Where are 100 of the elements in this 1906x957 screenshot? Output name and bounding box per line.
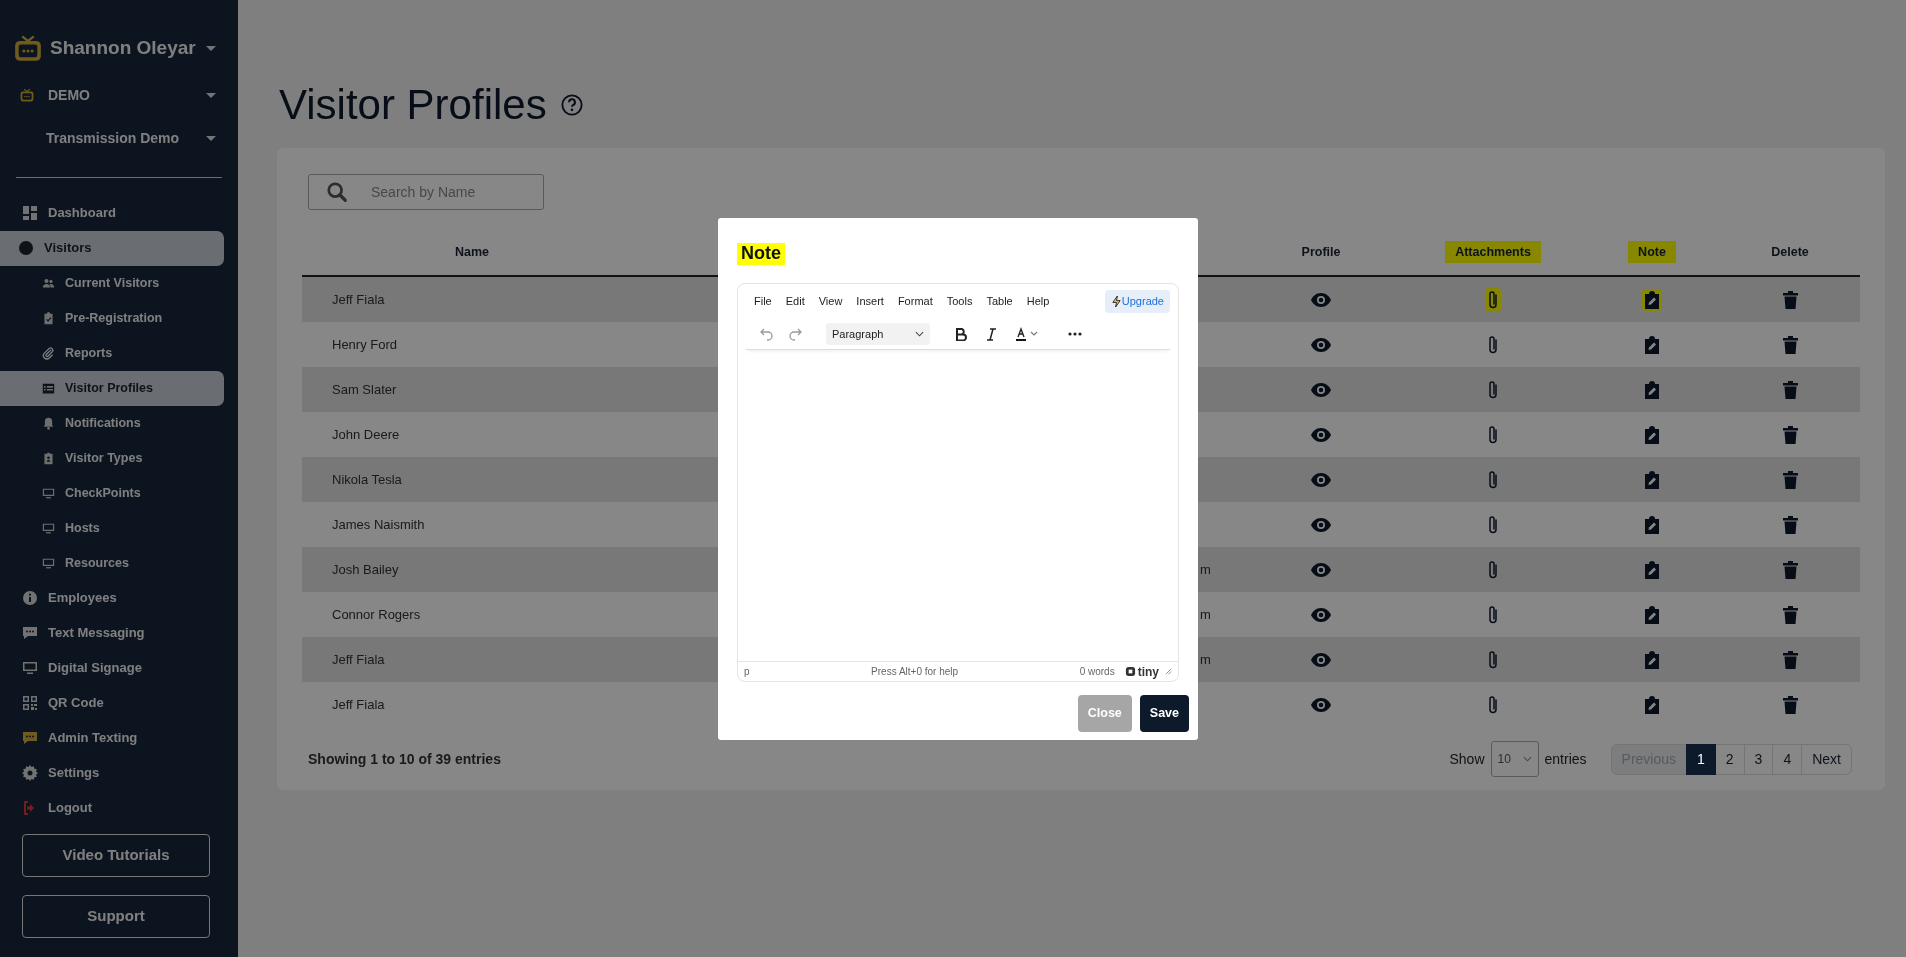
table-icon: [42, 381, 55, 395]
sidebar-subitem[interactable]: Visitor Types: [0, 440, 224, 476]
delete-button[interactable]: [1782, 380, 1798, 399]
table-cell-text: Josh Bailey: [332, 561, 399, 580]
note-button[interactable]: [1644, 650, 1660, 669]
view-profile-button[interactable]: [1310, 516, 1332, 533]
delete-button[interactable]: [1782, 470, 1798, 489]
sidebar-item[interactable]: QR Code: [0, 685, 224, 721]
sidebar-item[interactable]: Employees: [0, 580, 224, 616]
save-button[interactable]: Save: [1139, 695, 1189, 732]
search-field[interactable]: Search by Name: [308, 174, 544, 211]
menu-item[interactable]: Table: [980, 291, 1019, 312]
sidebar-item[interactable]: Dashboard: [0, 195, 224, 231]
delete-button[interactable]: [1782, 695, 1798, 714]
note-button[interactable]: [1644, 605, 1660, 624]
view-profile-button[interactable]: [1310, 471, 1332, 488]
clipboard-edit-icon: [1644, 290, 1660, 309]
table-cell-text: Henry Ford: [332, 336, 398, 355]
qr-code-icon: [22, 695, 38, 711]
view-profile-button[interactable]: [1310, 561, 1332, 578]
sidebar-item[interactable]: Admin Texting: [0, 720, 224, 756]
view-profile-button[interactable]: [1310, 696, 1332, 713]
sidebar-subitem[interactable]: Reports: [0, 335, 224, 371]
attachments-button[interactable]: [1487, 604, 1499, 625]
attachments-button[interactable]: [1487, 424, 1499, 445]
delete-button[interactable]: [1782, 335, 1798, 354]
note-button[interactable]: [1644, 515, 1660, 534]
note-button[interactable]: [1644, 560, 1660, 579]
sidebar-subitem[interactable]: Pre-Registration: [0, 300, 224, 336]
table-cell-text: Jeff Fiala: [332, 651, 385, 670]
attachments-button[interactable]: [1487, 514, 1499, 535]
sidebar-item[interactable]: Visitors: [0, 230, 224, 266]
upgrade-button[interactable]: Upgrade: [1104, 290, 1170, 313]
attachments-button[interactable]: [1487, 694, 1499, 715]
menu-item[interactable]: View: [812, 291, 849, 312]
sidebar-item[interactable]: Logout: [0, 790, 224, 826]
menu-item[interactable]: File: [748, 291, 778, 312]
delete-button[interactable]: [1782, 290, 1798, 309]
sidebar-item[interactable]: Digital Signage: [0, 650, 224, 686]
note-button[interactable]: [1642, 288, 1662, 311]
paperclip-icon: [1487, 334, 1499, 355]
menu-item[interactable]: Insert: [850, 291, 890, 312]
page-size-select[interactable]: 10: [1490, 741, 1539, 778]
attachments-button[interactable]: [1487, 379, 1499, 400]
paperclip-icon: [1487, 289, 1499, 310]
note-button[interactable]: [1644, 695, 1660, 714]
attachments-button[interactable]: [1487, 334, 1499, 355]
user-menu[interactable]: Shannon Oleyar: [50, 34, 196, 63]
attachments-button[interactable]: [1487, 649, 1499, 670]
help-icon: [560, 94, 583, 117]
sidebar-subitem[interactable]: Resources: [0, 545, 224, 581]
location-menu[interactable]: Transmission Demo: [46, 127, 180, 149]
view-profile-button[interactable]: [1310, 606, 1332, 623]
note-button[interactable]: [1644, 470, 1660, 489]
note-button[interactable]: [1644, 380, 1660, 399]
delete-button[interactable]: [1782, 605, 1798, 624]
page-link[interactable]: 3: [1743, 743, 1774, 775]
monitor-icon: [42, 521, 55, 535]
column-header: Attachments: [1445, 240, 1541, 264]
page-link[interactable]: 2: [1714, 743, 1745, 775]
delete-button[interactable]: [1782, 560, 1798, 579]
sidebar-item[interactable]: Settings: [0, 755, 224, 791]
sidebar-item[interactable]: Text Messaging: [0, 615, 224, 651]
chat-bubble-icon: [22, 625, 38, 641]
caret-icon: [206, 92, 216, 98]
trash-icon: [1782, 470, 1798, 489]
delete-button[interactable]: [1782, 425, 1798, 444]
menu-item[interactable]: Format: [891, 291, 939, 312]
sidebar-subitem[interactable]: Visitor Profiles: [0, 370, 224, 406]
view-profile-button[interactable]: [1310, 381, 1332, 398]
note-button[interactable]: [1644, 335, 1660, 354]
sidebar-subitem[interactable]: Hosts: [0, 510, 224, 546]
attachments-button[interactable]: [1485, 287, 1501, 312]
support-button[interactable]: Support: [22, 894, 210, 938]
delete-button[interactable]: [1782, 650, 1798, 669]
view-profile-button[interactable]: [1310, 336, 1332, 353]
view-profile-button[interactable]: [1310, 651, 1332, 668]
attachments-button[interactable]: [1487, 469, 1499, 490]
eye-icon: [1310, 561, 1332, 578]
entries-info: Showing 1 to 10 of 39 entries: [308, 749, 501, 769]
page-link[interactable]: 4: [1772, 743, 1803, 775]
tutorials-button[interactable]: Video Tutorials: [22, 833, 210, 877]
block-format-dropdown[interactable]: Paragraph: [826, 323, 930, 346]
page-link[interactable]: 1: [1686, 743, 1716, 775]
next-button[interactable]: Next: [1801, 743, 1852, 775]
view-profile-button[interactable]: [1310, 426, 1332, 443]
word-count: 0 words: [1079, 665, 1115, 679]
view-profile-button[interactable]: [1310, 291, 1332, 308]
sidebar-subitem[interactable]: CheckPoints: [0, 475, 224, 511]
page-title: Visitor Profiles: [279, 80, 547, 130]
menu-item[interactable]: Tools: [940, 291, 979, 312]
note-button[interactable]: [1644, 425, 1660, 444]
menu-item[interactable]: Edit: [779, 291, 811, 312]
menu-item[interactable]: Help: [1020, 291, 1056, 312]
account-menu[interactable]: DEMO: [48, 84, 90, 106]
close-button[interactable]: Close: [1077, 695, 1132, 732]
delete-button[interactable]: [1782, 515, 1798, 534]
attachments-button[interactable]: [1487, 559, 1499, 580]
bold-icon: [956, 327, 967, 341]
caret-icon: [206, 45, 216, 51]
